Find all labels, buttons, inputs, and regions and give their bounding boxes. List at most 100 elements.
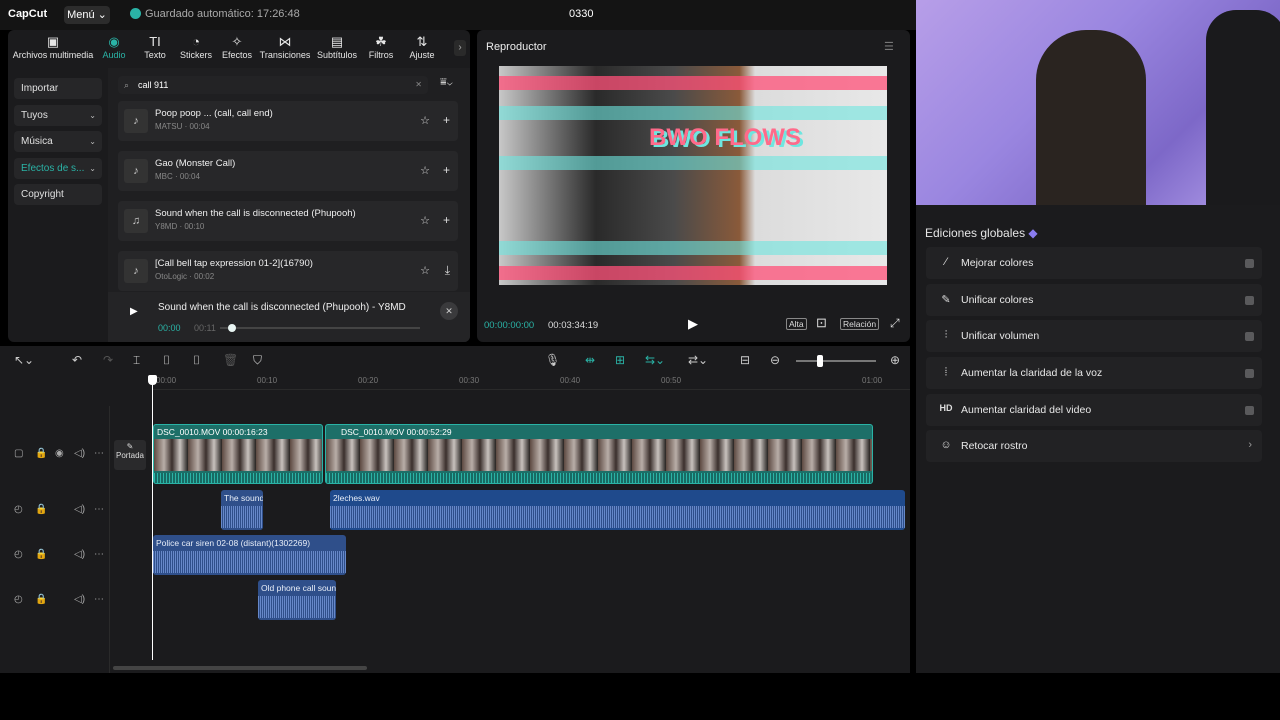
cover-button[interactable]: ✎ Portada [114, 440, 146, 470]
speaker-icon[interactable]: ◁) [74, 448, 85, 459]
tab-effects[interactable]: ✧ Efectos [219, 34, 255, 64]
clear-icon[interactable]: ✕ [415, 76, 422, 94]
undo-icon[interactable]: ↶ [72, 353, 82, 367]
toggle[interactable] [1245, 296, 1254, 305]
more-icon[interactable]: ⋯ [94, 549, 104, 560]
zoom-out-icon[interactable]: ⊖ [770, 353, 780, 367]
cursor-icon[interactable]: ↖⌄ [14, 353, 34, 367]
audio-track-header: ◴ 🔒 ◁) ⋯ [0, 504, 110, 524]
claridad-voz-row[interactable]: ⦙ Aumentar la claridad de la voz [926, 357, 1262, 389]
list-item[interactable]: ♪ Poop poop ... (call, call end) MATSU ·… [118, 101, 458, 141]
search-input[interactable]: ⌕ call 911 ✕ [118, 76, 428, 94]
link-main-track-icon[interactable]: ⇹ [585, 353, 595, 367]
chevron-right-icon[interactable]: › [454, 40, 466, 56]
add-icon[interactable]: + [443, 113, 450, 127]
sidebar-item-import[interactable]: Importar [14, 78, 102, 99]
play-icon[interactable]: ▶ [130, 306, 148, 324]
tab-transitions[interactable]: ⋈ Transiciones [258, 34, 312, 64]
menu-button[interactable]: Menú ⌄ [64, 6, 110, 24]
tab-filters[interactable]: ☘ Filtros [363, 34, 399, 64]
lock-icon[interactable]: 🔒 [35, 504, 47, 515]
aspect-icon[interactable]: ⊟ [740, 353, 750, 367]
audio-clip[interactable]: The sound [221, 490, 263, 530]
time-ruler[interactable]: 00:00 00:10 00:20 00:30 00:40 00:50 01:0… [152, 374, 910, 390]
video-clip[interactable]: DSC_0010.MOV 00:00:16:23 [153, 424, 323, 484]
sidebar-item-music[interactable]: Música ⌄ [14, 131, 102, 152]
sidebar-item-sound-effects[interactable]: Efectos de s... ⌄ [14, 158, 102, 179]
speaker-icon[interactable]: ◁) [74, 594, 85, 605]
ratio-button[interactable]: Relación [840, 318, 880, 330]
star-icon[interactable]: ☆ [420, 164, 430, 177]
more-icon[interactable]: ⋯ [94, 504, 104, 515]
media-icon: ▣ [46, 34, 60, 49]
star-icon[interactable]: ☆ [420, 214, 430, 227]
music-note-icon: ♪ [124, 159, 148, 183]
tab-audio[interactable]: ◉ Audio [96, 34, 132, 64]
delete-icon[interactable]: 🗑 [223, 353, 238, 367]
horizontal-scrollbar[interactable] [113, 666, 367, 670]
split-left-icon[interactable]: ⌷ [163, 353, 170, 368]
magnet-icon[interactable]: ⊞ [615, 353, 625, 367]
add-icon[interactable]: + [443, 213, 450, 227]
sidebar-item-copyright[interactable]: Copyright [14, 184, 102, 205]
list-item[interactable]: ♪ [Call bell tap expression 01-2](16790)… [118, 251, 458, 291]
audio-clip[interactable]: Old phone call soun [258, 580, 336, 620]
tab-media[interactable]: ▣ Archivos multimedia [11, 34, 95, 64]
toggle[interactable] [1245, 369, 1254, 378]
project-title[interactable]: 0330 [569, 8, 593, 20]
download-icon[interactable]: ⤓ [445, 263, 450, 278]
speaker-icon[interactable]: ◁) [74, 549, 85, 560]
play-icon[interactable]: ▶ [688, 316, 698, 332]
list-item[interactable]: ♪ Gao (Monster Call) MBC · 00:04 ☆ + [118, 151, 458, 191]
speaker-icon[interactable]: ◁) [74, 504, 85, 515]
more-icon[interactable]: ⋯ [94, 448, 104, 459]
claridad-video-row[interactable]: HD Aumentar claridad del video [926, 394, 1262, 426]
unificar-volumen-row[interactable]: ⫶ Unificar volumen [926, 320, 1262, 352]
quality-button[interactable]: Alta [786, 318, 807, 330]
shield-icon[interactable]: ⛉ [253, 353, 262, 368]
playhead[interactable] [152, 378, 153, 660]
zoom-slider[interactable] [796, 360, 876, 362]
split-right-icon[interactable]: ⌷ [193, 353, 200, 368]
video-clip[interactable]: DSC_0010.MOV 00:00:52:29 [325, 424, 873, 484]
toggle[interactable] [1245, 332, 1254, 341]
split-icon[interactable]: ⌶ [133, 353, 140, 368]
tab-text[interactable]: TI Texto [138, 34, 172, 64]
tab-subtitles[interactable]: ▤ Subtítulos [314, 34, 360, 64]
clip-waveform [330, 506, 905, 528]
toggle[interactable] [1245, 259, 1254, 268]
audio-clip[interactable]: 2leches.wav [330, 490, 905, 530]
lock-icon[interactable]: 🔒 [35, 549, 47, 560]
add-icon[interactable]: + [443, 163, 450, 177]
lock-icon[interactable]: 🔒 [35, 594, 47, 605]
close-icon[interactable]: ✕ [440, 302, 458, 320]
list-item[interactable]: ♫ Sound when the call is disconnected (P… [118, 201, 458, 241]
mejorar-colores-row[interactable]: ⁄ Mejorar colores [926, 247, 1262, 279]
star-icon[interactable]: ☆ [420, 114, 430, 127]
video-preview[interactable]: BWO FLOWS [499, 66, 887, 285]
more-icon[interactable]: ⋯ [94, 594, 104, 605]
filter-icon[interactable]: ⩸⌄ [440, 76, 453, 89]
sidebar-item-yours[interactable]: Tuyos ⌄ [14, 105, 102, 126]
menu-icon[interactable]: ☰ [884, 40, 894, 53]
mini-player-knob[interactable] [228, 324, 236, 332]
tab-adjust[interactable]: ⇅ Ajuste [405, 34, 439, 64]
star-icon[interactable]: ☆ [420, 264, 430, 277]
eye-icon[interactable]: ◉ [55, 448, 64, 459]
fit-icon[interactable]: ⊡ [816, 315, 827, 331]
toggle[interactable] [1245, 406, 1254, 415]
zoom-slider-knob[interactable] [817, 355, 823, 367]
audio-clip[interactable]: Police car siren 02-08 (distant)(1302269… [153, 535, 346, 575]
microphone-icon[interactable]: 🎙 [545, 353, 560, 367]
playhead-handle[interactable] [148, 375, 157, 385]
redo-icon[interactable]: ↷ [103, 353, 113, 367]
lock-icon[interactable]: 🔒 [35, 448, 47, 459]
fullscreen-icon[interactable]: ⤢ [890, 316, 900, 331]
mini-player-progress[interactable] [220, 327, 420, 329]
tab-stickers[interactable]: ◔ Stickers [176, 34, 216, 64]
retocar-rostro-row[interactable]: ☺ Retocar rostro › [926, 430, 1262, 462]
preview-axis-icon[interactable]: ⇄⌄ [688, 353, 708, 367]
link-icon[interactable]: ⇆⌄ [645, 353, 665, 367]
unificar-colores-row[interactable]: ✎ Unificar colores [926, 284, 1262, 316]
zoom-in-icon[interactable]: ⊕ [890, 353, 900, 367]
